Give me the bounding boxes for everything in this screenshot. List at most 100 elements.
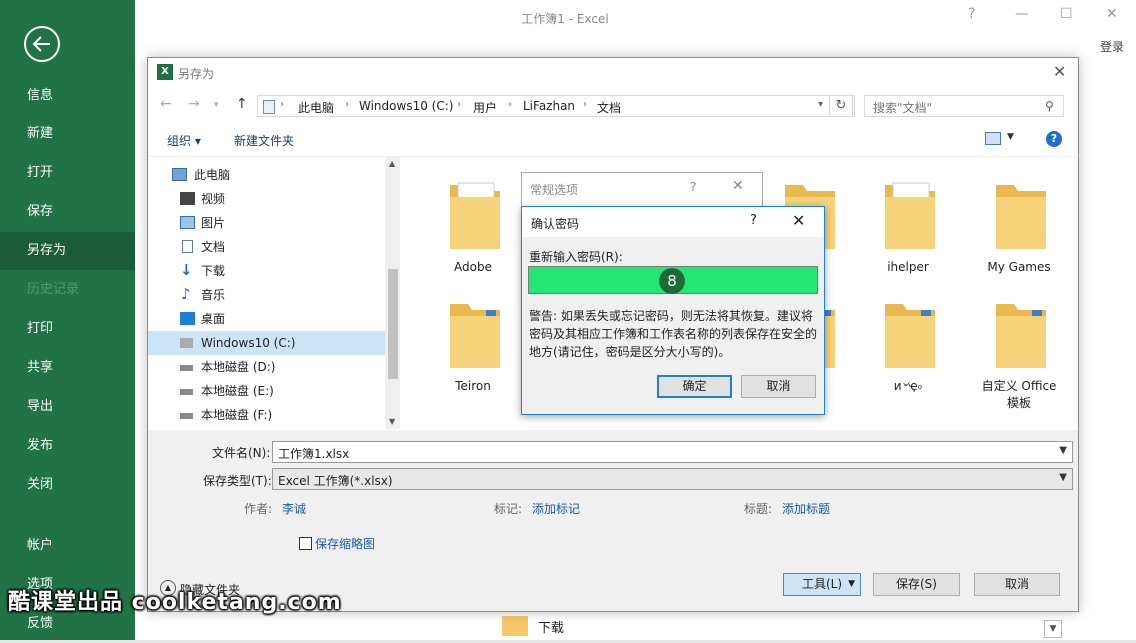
nav-back-icon[interactable]: ← <box>160 96 172 112</box>
sidebar-item-new[interactable]: 新建 <box>0 115 135 153</box>
tree-item-pictures[interactable]: 图片 <box>148 211 385 235</box>
folder-item[interactable]: My Games <box>974 169 1064 279</box>
cancel-button[interactable]: 取消 <box>974 573 1060 596</box>
folder-item[interactable]: 自定义 Office 模板 <box>974 288 1064 410</box>
confirm-cancel-button[interactable]: 取消 <box>741 375 816 398</box>
address-bar[interactable]: › 此电脑 › Windows10 (C:) › 用户 › LiFazhan ›… <box>257 95 855 117</box>
password-input[interactable]: 8 <box>528 266 818 294</box>
sidebar-item-publish[interactable]: 发布 <box>0 427 135 465</box>
crumb-users[interactable]: 用户 <box>473 99 497 116</box>
confirm-titlebar: 确认密码 ? ✕ <box>522 207 824 237</box>
excel-file-icon: X <box>157 64 173 80</box>
window-help-button[interactable]: ? <box>968 6 975 22</box>
nav-forward-icon[interactable]: → <box>188 96 200 112</box>
scroll-up-icon[interactable]: ▲ <box>389 159 395 168</box>
chevron-down-icon[interactable]: ▼ <box>1059 445 1067 456</box>
save-thumbnail-checkbox[interactable] <box>299 537 312 550</box>
back-button[interactable] <box>24 26 60 62</box>
general-options-close-button[interactable]: ✕ <box>732 178 744 194</box>
tree-item-desktop[interactable]: 桌面 <box>148 307 385 331</box>
sidebar-item-saveas[interactable]: 另存为 <box>0 232 135 270</box>
filetype-value: Excel 工作簿(*.xlsx) <box>278 474 393 488</box>
author-label: 作者: <box>244 502 273 516</box>
saveas-close-button[interactable]: ✕ <box>1053 62 1066 81</box>
sidebar-item-open[interactable]: 打开 <box>0 154 135 192</box>
confirm-help-button[interactable]: ? <box>750 213 757 228</box>
tree-item-videos[interactable]: 视频 <box>148 187 385 211</box>
window-minimize-button[interactable]: — <box>1015 6 1029 22</box>
navigation-bar: ← → ▾ ↑ › 此电脑 › Windows10 (C:) › 用户 › Li… <box>148 88 1078 122</box>
tree-item-d-drive[interactable]: 本地磁盘 (D:) <box>148 355 385 379</box>
sidebar-item-export[interactable]: 导出 <box>0 388 135 426</box>
tree-scrollbar-thumb[interactable] <box>388 269 398 379</box>
folder-item[interactable]: ihelper <box>863 169 953 279</box>
tree-item-music[interactable]: ♪ 音乐 <box>148 283 385 307</box>
new-folder-button[interactable]: 新建文件夹 <box>234 132 294 149</box>
nav-up-icon[interactable]: ↑ <box>236 96 248 112</box>
sidebar-item-print[interactable]: 打印 <box>0 310 135 348</box>
crumb-this-pc[interactable]: 此电脑 <box>298 99 334 116</box>
pc-icon <box>263 100 275 114</box>
tree-item-this-pc[interactable]: 此电脑 <box>148 163 385 187</box>
search-icon: ⚲ <box>1045 99 1054 113</box>
help-icon[interactable]: ? <box>1046 131 1062 147</box>
tree-item-c-drive[interactable]: Windows10 (C:) <box>148 331 385 355</box>
sidebar-item-save[interactable]: 保存 <box>0 193 135 231</box>
tree-item-e-drive[interactable]: 本地磁盘 (E:) <box>148 379 385 403</box>
save-thumbnail-label[interactable]: 保存缩略图 <box>315 535 375 552</box>
refresh-button[interactable]: ↻ <box>829 95 853 117</box>
drive-icon <box>180 365 193 371</box>
folder-icon <box>450 304 500 368</box>
signin-link[interactable]: 登录 <box>1100 38 1124 55</box>
title-input[interactable]: 添加标题 <box>782 500 830 517</box>
nav-recent-icon[interactable]: ▾ <box>214 100 219 110</box>
view-options-icon[interactable] <box>985 132 1001 145</box>
tools-button[interactable]: 工具(L) ▼ <box>783 573 861 596</box>
folder-icon <box>502 616 528 636</box>
background-folder-label[interactable]: 下载 <box>538 617 564 636</box>
window-restore-button[interactable]: ☐ <box>1060 6 1073 22</box>
general-options-help-button[interactable]: ? <box>690 180 696 194</box>
folder-item[interactable]: Adobe <box>428 169 518 279</box>
folder-icon <box>996 304 1046 368</box>
save-button[interactable]: 保存(S) <box>873 573 960 596</box>
tree-item-f-drive[interactable]: 本地磁盘 (F:) <box>148 403 385 427</box>
navigation-tree: 此电脑 视频 图片 文档 ↓ 下载 ♪ 音乐 桌面 Windows10 (C:) <box>148 157 400 429</box>
folder-item[interactable]: и৺ҿ৹ <box>863 288 953 398</box>
filetype-label: 保存类型(T): <box>203 474 272 488</box>
sidebar-item-info[interactable]: 信息 <box>0 77 135 115</box>
filename-input[interactable]: 工作簿1.xlsx ▼ <box>272 441 1073 463</box>
filetype-select[interactable]: Excel 工作簿(*.xlsx) ▼ <box>272 468 1073 490</box>
crumb-c-drive[interactable]: Windows10 (C:) <box>359 99 453 113</box>
arrow-left-icon <box>32 36 50 52</box>
video-icon <box>180 192 195 205</box>
desktop-icon <box>180 312 195 325</box>
ok-button[interactable]: 确定 <box>657 375 732 398</box>
scroll-down-button[interactable]: ▼ <box>1044 620 1062 638</box>
watermark: 酷课堂出品 coolketang.com <box>8 590 342 615</box>
folder-icon <box>996 185 1046 249</box>
confirm-close-button[interactable]: ✕ <box>792 211 805 230</box>
search-input[interactable]: 搜索"文档" ⚲ <box>864 95 1064 117</box>
window-close-button[interactable]: ✕ <box>1106 6 1118 22</box>
scroll-down-icon[interactable]: ▼ <box>389 417 395 426</box>
organize-button[interactable]: 组织 ▾ <box>167 132 201 149</box>
chevron-down-icon[interactable]: ▼ <box>1007 132 1014 142</box>
sidebar-item-close[interactable]: 关闭 <box>0 466 135 504</box>
folder-label: Teiron <box>455 379 491 393</box>
author-value[interactable]: 李诚 <box>282 500 306 517</box>
sidebar-item-share[interactable]: 共享 <box>0 349 135 387</box>
crumb-user[interactable]: LiFazhan <box>523 99 575 113</box>
sidebar-item-account[interactable]: 帐户 <box>0 527 135 565</box>
folder-item[interactable]: Teiron <box>428 288 518 398</box>
folder-icon <box>885 304 935 368</box>
crumb-documents[interactable]: 文档 <box>597 99 621 116</box>
tree-item-downloads[interactable]: ↓ 下载 <box>148 259 385 283</box>
sidebar-item-history[interactable]: 历史记录 <box>0 271 135 309</box>
chevron-down-icon[interactable]: ▼ <box>1059 472 1067 483</box>
download-icon: ↓ <box>180 261 193 279</box>
tags-input[interactable]: 添加标记 <box>532 500 580 517</box>
tree-item-documents[interactable]: 文档 <box>148 235 385 259</box>
chevron-down-icon[interactable]: ▾ <box>818 99 823 110</box>
computer-icon <box>172 168 187 181</box>
